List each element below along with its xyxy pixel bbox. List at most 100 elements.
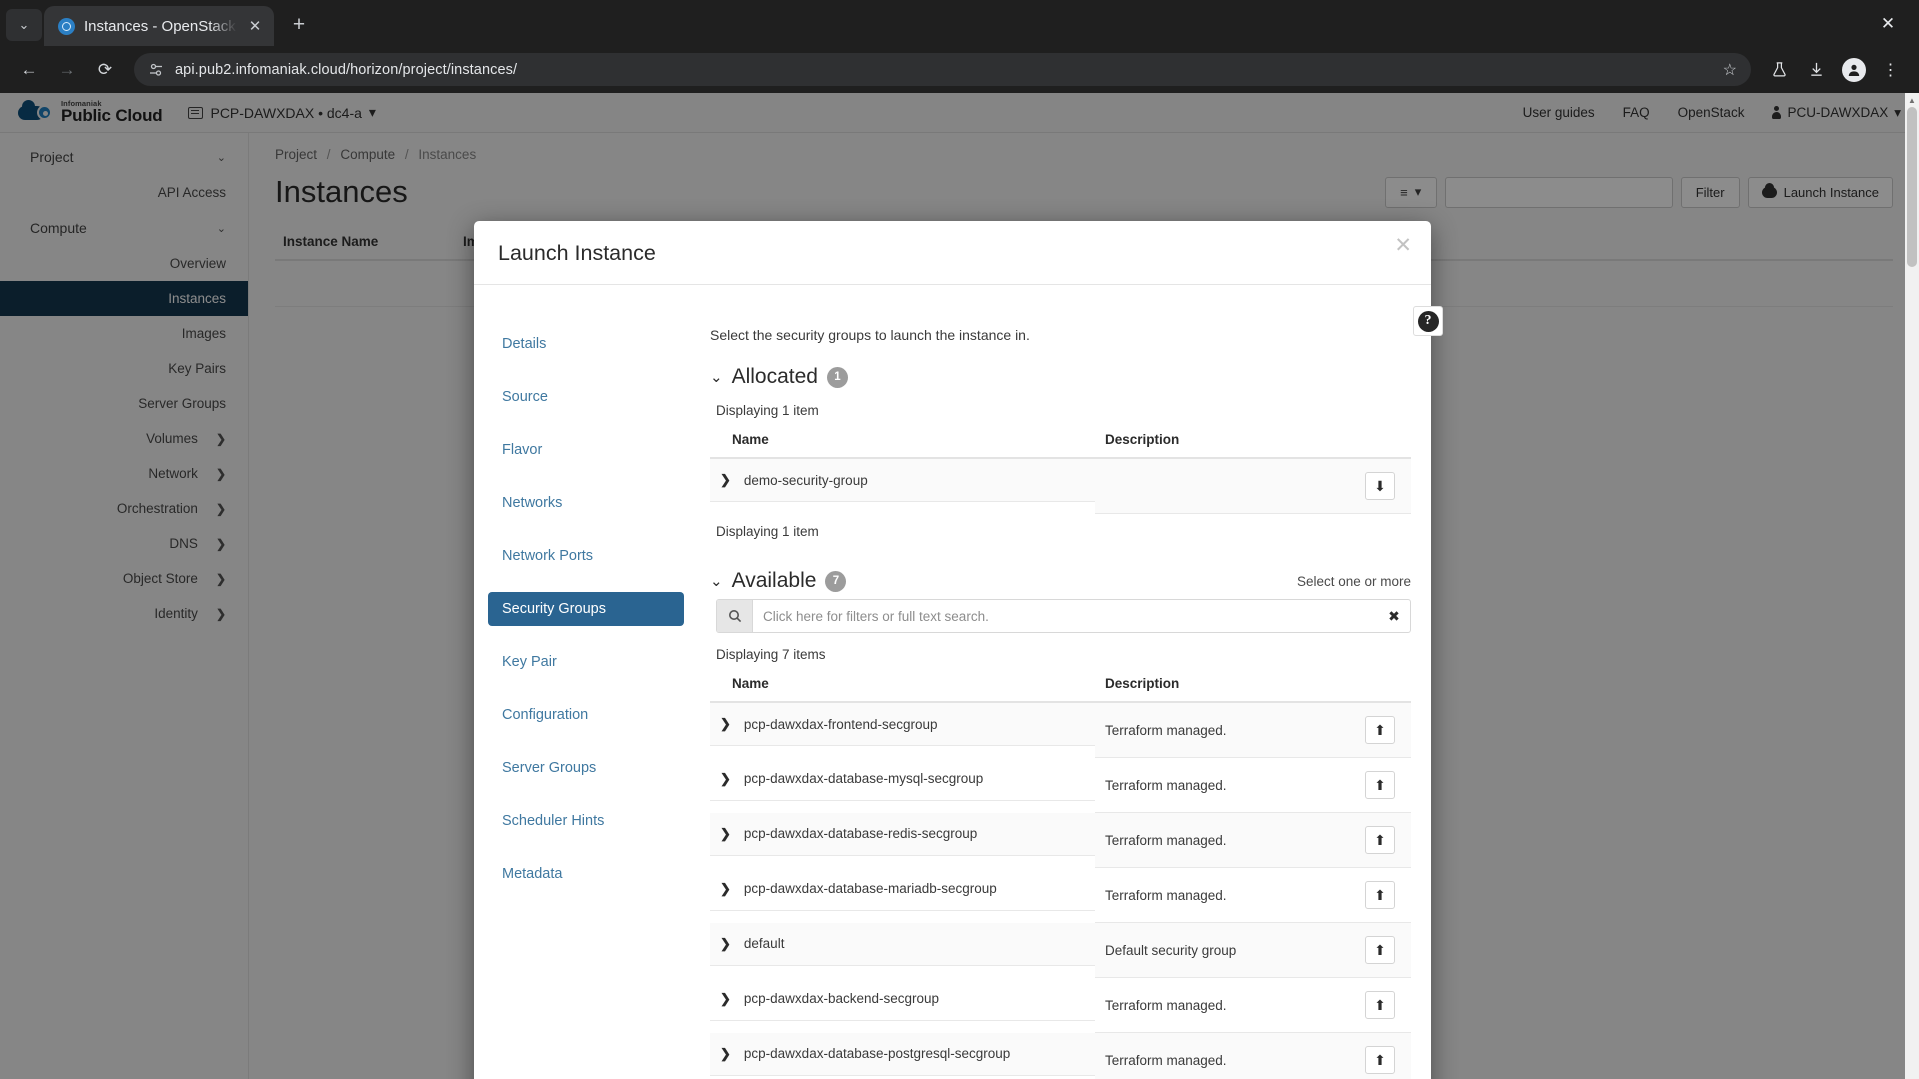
allocated-section-header[interactable]: ⌄ Allocated 1 <box>710 365 1411 389</box>
sidebar-item-key-pairs[interactable]: Key Pairs <box>0 351 248 386</box>
launch-instance-button[interactable]: Launch Instance <box>1747 176 1893 208</box>
wizard-step-metadata[interactable]: Metadata <box>488 857 684 891</box>
available-count-badge: 7 <box>825 570 847 592</box>
security-group-description: Terraform managed. <box>1095 702 1355 758</box>
table-row[interactable]: ❯ pcp-dawxdax-frontend-secgroup Terrafor… <box>710 702 1411 758</box>
page-scrollbar[interactable]: ▲ <box>1905 93 1919 1079</box>
table-row[interactable]: ❯ pcp-dawxdax-backend-secgroup Terraform… <box>710 977 1411 1033</box>
expand-row-chevron-icon[interactable]: ❯ <box>720 991 731 1007</box>
expand-row-chevron-icon[interactable]: ❯ <box>720 1046 731 1062</box>
close-icon[interactable]: ✕ <box>1394 235 1412 256</box>
labs-flask-icon[interactable] <box>1763 53 1796 86</box>
available-section-header[interactable]: ⌄ Available 7 Select one or more <box>710 569 1411 593</box>
site-settings-icon[interactable] <box>148 62 164 78</box>
scrollbar-thumb[interactable] <box>1907 107 1917 267</box>
back-icon[interactable]: ← <box>12 53 46 87</box>
sidebar-item-network[interactable]: Network ❯ <box>0 456 248 491</box>
project-region-label: PCP-DAWXDAX • dc4-a <box>210 104 362 121</box>
bookmark-star-icon[interactable]: ☆ <box>1723 60 1737 80</box>
security-group-name: default <box>743 936 785 951</box>
sidebar-group-project[interactable]: Project ⌄ <box>0 139 248 175</box>
filter-button[interactable]: Filter <box>1680 176 1740 208</box>
sidebar-item-volumes[interactable]: Volumes ❯ <box>0 421 248 456</box>
sidebar-item-identity[interactable]: Identity ❯ <box>0 596 248 631</box>
wizard-step-source[interactable]: Source <box>488 380 684 414</box>
user-menu[interactable]: PCU-DAWXDAX ▾ <box>1772 105 1901 121</box>
wizard-step-network-ports[interactable]: Network Ports <box>488 539 684 573</box>
sidebar-item-overview[interactable]: Overview <box>0 246 248 281</box>
allocate-button[interactable]: ⬆ <box>1365 991 1395 1019</box>
available-search-bar[interactable]: ✖ <box>716 599 1411 633</box>
browser-tab[interactable]: Instances - OpenStack ✕ <box>44 6 274 46</box>
expand-row-chevron-icon[interactable]: ❯ <box>720 936 731 952</box>
allocate-button[interactable]: ⬆ <box>1365 826 1395 854</box>
security-group-name: pcp-dawxdax-backend-secgroup <box>743 991 940 1006</box>
nav-link-openstack[interactable]: OpenStack <box>1678 105 1745 120</box>
table-row[interactable]: ❯ pcp-dawxdax-database-postgresql-secgro… <box>710 1032 1411 1079</box>
address-bar[interactable]: api.pub2.infomaniak.cloud/horizon/projec… <box>134 53 1751 86</box>
modal-title: Launch Instance <box>498 241 656 265</box>
expand-row-chevron-icon[interactable]: ❯ <box>720 716 731 732</box>
sidebar-item-label: Network <box>148 466 198 481</box>
wizard-step-security-groups[interactable]: Security Groups <box>488 592 684 626</box>
expand-row-chevron-icon[interactable]: ❯ <box>720 826 731 842</box>
expand-row-chevron-icon[interactable]: ❯ <box>720 881 731 897</box>
browser-menu-icon[interactable]: ⋮ <box>1874 53 1907 86</box>
tab-list-button[interactable]: ⌄ <box>6 9 42 41</box>
breadcrumb-compute[interactable]: Compute <box>340 147 395 162</box>
project-region-selector[interactable]: PCP-DAWXDAX • dc4-a ▾ <box>188 104 376 121</box>
table-row[interactable]: ❯ pcp-dawxdax-database-redis-secgroup Te… <box>710 812 1411 868</box>
security-group-name: pcp-dawxdax-database-mariadb-secgroup <box>743 881 997 896</box>
sidebar-item-images[interactable]: Images <box>0 316 248 351</box>
table-row[interactable]: ❯ pcp-dawxdax-database-mysql-secgroup Te… <box>710 757 1411 813</box>
sidebar-item-server-groups[interactable]: Server Groups <box>0 386 248 421</box>
table-row[interactable]: ❯ pcp-dawxdax-database-mariadb-secgroup … <box>710 867 1411 923</box>
allocate-button[interactable]: ⬆ <box>1365 936 1395 964</box>
filter-input[interactable] <box>1444 176 1673 208</box>
sidebar-item-label: Volumes <box>146 431 198 446</box>
window-close-icon[interactable]: ✕ <box>1865 7 1911 41</box>
sidebar-item-object-store[interactable]: Object Store ❯ <box>0 561 248 596</box>
search-input[interactable] <box>753 600 1378 632</box>
sidebar-group-compute[interactable]: Compute ⌄ <box>0 210 248 246</box>
breadcrumb-project[interactable]: Project <box>275 147 317 162</box>
nav-link-user-guides[interactable]: User guides <box>1523 105 1595 120</box>
wizard-step-flavor[interactable]: Flavor <box>488 433 684 467</box>
allocate-button[interactable]: ⬆ <box>1365 1046 1395 1074</box>
wizard-step-configuration[interactable]: Configuration <box>488 698 684 732</box>
sidebar-item-instances[interactable]: Instances <box>0 281 248 316</box>
breadcrumb: Project / Compute / Instances <box>249 133 1919 170</box>
security-group-name: demo-security-group <box>743 472 868 488</box>
wizard-step-key-pair[interactable]: Key Pair <box>488 645 684 679</box>
forward-icon[interactable]: → <box>50 53 84 87</box>
nav-link-faq[interactable]: FAQ <box>1623 105 1650 120</box>
reload-icon[interactable]: ⟳ <box>88 53 122 87</box>
profile-avatar[interactable] <box>1837 53 1870 86</box>
filter-type-select[interactable]: ≡ ▾ <box>1384 176 1437 208</box>
wizard-step-networks[interactable]: Networks <box>488 486 684 520</box>
brand-logo: Infomaniak Public Cloud <box>18 100 163 126</box>
chevron-down-icon: ⌄ <box>710 572 723 590</box>
allocate-button[interactable]: ⬆ <box>1365 716 1395 744</box>
sidebar-item-dns[interactable]: DNS ❯ <box>0 526 248 561</box>
download-icon[interactable] <box>1800 53 1833 86</box>
sidebar-item-orchestration[interactable]: Orchestration ❯ <box>0 491 248 526</box>
expand-row-chevron-icon[interactable]: ❯ <box>720 771 731 787</box>
table-row[interactable]: ❯ default Default security group ⬆ <box>710 922 1411 978</box>
help-button[interactable]: ? <box>1413 306 1443 336</box>
expand-row-chevron-icon[interactable]: ❯ <box>720 472 731 488</box>
wizard-step-server-groups[interactable]: Server Groups <box>488 751 684 785</box>
wizard-step-details[interactable]: Details <box>488 327 684 361</box>
deallocate-button[interactable]: ⬇ <box>1365 472 1395 500</box>
wizard-step-scheduler-hints[interactable]: Scheduler Hints <box>488 804 684 838</box>
close-icon[interactable]: ✕ <box>246 17 264 35</box>
table-row[interactable]: ❯ demo-security-group ⬇ <box>710 458 1411 514</box>
sidebar-item-api-access[interactable]: API Access <box>0 175 248 210</box>
search-icon[interactable] <box>717 600 753 632</box>
scroll-up-icon[interactable]: ▲ <box>1905 93 1919 107</box>
sidebar-item-label: Overview <box>169 256 226 271</box>
allocate-button[interactable]: ⬆ <box>1365 771 1395 799</box>
new-tab-button[interactable]: + <box>282 8 316 42</box>
clear-search-icon[interactable]: ✖ <box>1378 600 1410 632</box>
allocate-button[interactable]: ⬆ <box>1365 881 1395 909</box>
